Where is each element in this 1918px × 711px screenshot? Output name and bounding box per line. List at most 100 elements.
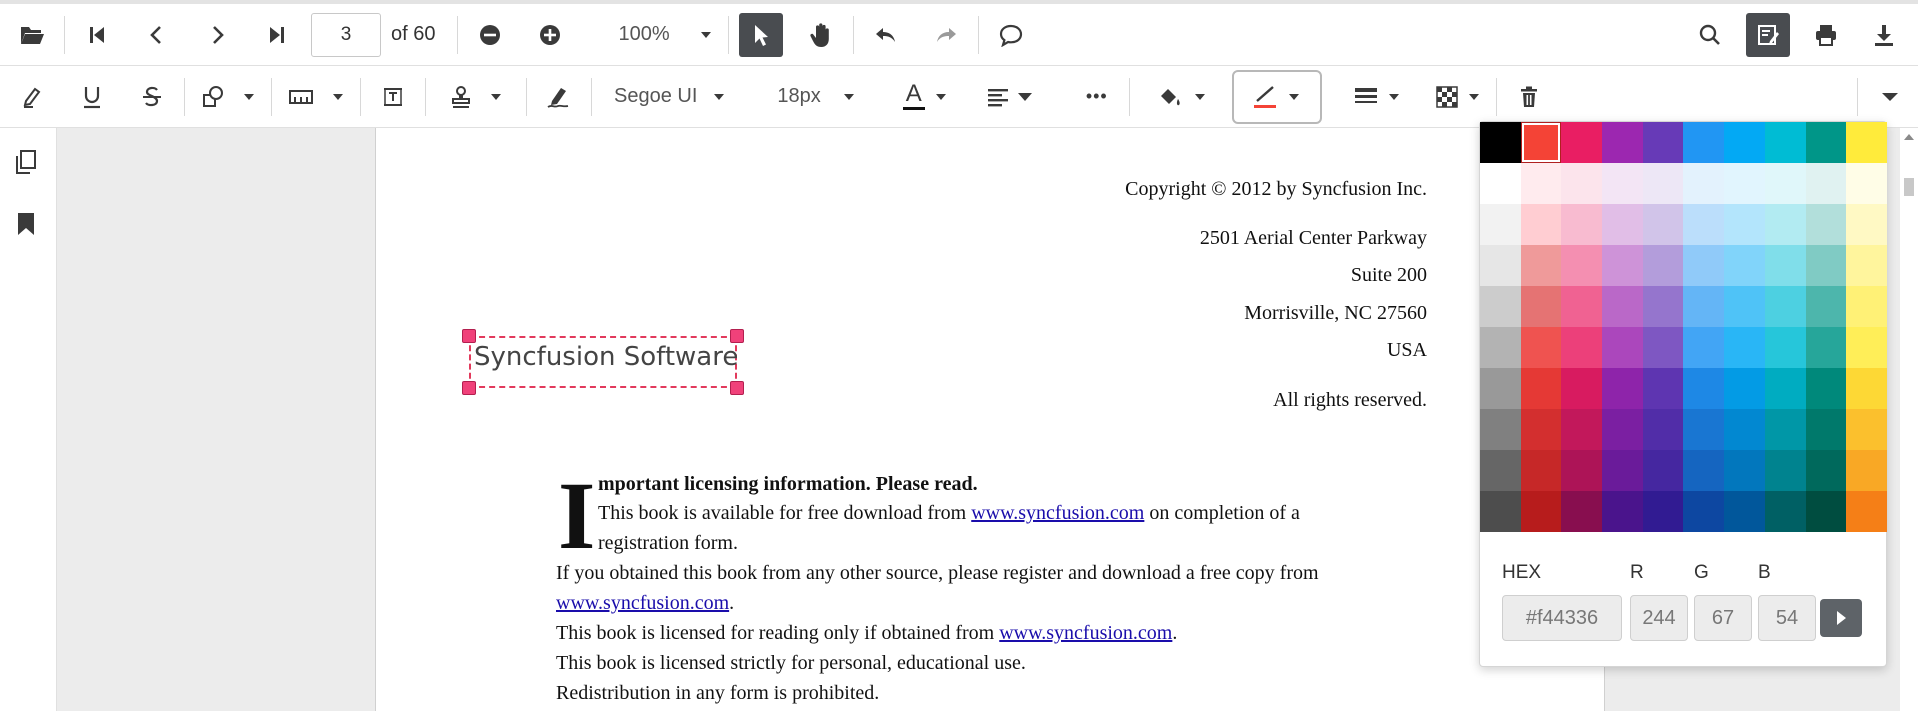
color-swatch[interactable] xyxy=(1805,122,1847,163)
color-swatch[interactable] xyxy=(1764,327,1806,368)
fill-color-dropdown[interactable] xyxy=(1152,75,1212,119)
color-swatch[interactable] xyxy=(1683,286,1725,327)
bookmark-icon[interactable] xyxy=(17,212,35,241)
color-swatch[interactable] xyxy=(1683,450,1725,491)
opacity-dropdown[interactable] xyxy=(1430,75,1486,119)
color-swatch[interactable] xyxy=(1805,491,1847,532)
color-swatch[interactable] xyxy=(1561,491,1603,532)
page-number-input[interactable] xyxy=(311,12,381,57)
color-swatch[interactable] xyxy=(1480,450,1521,491)
color-swatch[interactable] xyxy=(1805,450,1847,491)
color-swatch[interactable] xyxy=(1520,450,1562,491)
zoom-in-icon[interactable] xyxy=(528,13,572,57)
color-swatch[interactable] xyxy=(1724,163,1765,204)
color-swatch[interactable] xyxy=(1724,122,1765,163)
color-swatch[interactable] xyxy=(1642,450,1684,491)
free-text-annotation[interactable]: Syncfusion Software xyxy=(469,336,738,388)
color-swatch[interactable] xyxy=(1520,327,1562,368)
color-swatch[interactable] xyxy=(1561,409,1603,450)
color-swatch[interactable] xyxy=(1764,245,1806,286)
font-color-dropdown[interactable]: A xyxy=(897,75,953,119)
color-swatch[interactable] xyxy=(1561,450,1603,491)
color-swatch[interactable] xyxy=(1602,245,1643,286)
color-swatch[interactable] xyxy=(1480,204,1521,245)
color-swatch[interactable] xyxy=(1642,286,1684,327)
font-size-dropdown[interactable]: 18px xyxy=(771,75,860,119)
color-swatch[interactable] xyxy=(1520,368,1562,409)
signature-icon[interactable] xyxy=(537,75,581,119)
color-swatch[interactable] xyxy=(1480,286,1521,327)
hex-input[interactable]: #f44336 xyxy=(1502,595,1622,641)
comment-icon[interactable] xyxy=(989,13,1033,57)
color-swatch[interactable] xyxy=(1602,163,1643,204)
color-swatch[interactable] xyxy=(1805,368,1847,409)
color-swatch[interactable] xyxy=(1480,327,1521,368)
color-swatch[interactable] xyxy=(1520,409,1562,450)
stroke-color-dropdown[interactable] xyxy=(1231,69,1322,124)
color-swatch[interactable] xyxy=(1561,204,1603,245)
color-swatch[interactable] xyxy=(1642,409,1684,450)
color-swatch[interactable] xyxy=(1520,163,1562,204)
search-icon[interactable] xyxy=(1688,13,1732,57)
color-swatch[interactable] xyxy=(1642,163,1684,204)
color-swatch[interactable] xyxy=(1724,286,1765,327)
apply-color-button[interactable] xyxy=(1820,599,1862,637)
collapse-icon[interactable] xyxy=(1868,75,1912,119)
color-swatch[interactable] xyxy=(1642,245,1684,286)
color-swatch[interactable] xyxy=(1602,204,1643,245)
resize-handle-top-right[interactable] xyxy=(730,329,744,343)
color-swatch[interactable] xyxy=(1724,368,1765,409)
delete-icon[interactable] xyxy=(1507,75,1551,119)
undo-icon[interactable] xyxy=(864,13,908,57)
next-page-icon[interactable] xyxy=(195,13,239,57)
color-swatch[interactable] xyxy=(1805,286,1847,327)
pan-hand-icon[interactable] xyxy=(799,13,843,57)
print-icon[interactable] xyxy=(1804,13,1848,57)
color-swatch[interactable] xyxy=(1764,368,1806,409)
color-swatch[interactable] xyxy=(1683,245,1725,286)
color-swatch[interactable] xyxy=(1846,245,1887,286)
color-swatch[interactable] xyxy=(1602,491,1643,532)
measure-dropdown[interactable] xyxy=(282,75,350,119)
color-swatch[interactable] xyxy=(1764,409,1806,450)
color-swatch[interactable] xyxy=(1561,245,1603,286)
color-swatch[interactable] xyxy=(1764,450,1806,491)
color-swatch[interactable] xyxy=(1683,409,1725,450)
redo-icon[interactable] xyxy=(924,13,968,57)
color-swatch[interactable] xyxy=(1805,327,1847,368)
color-swatch[interactable] xyxy=(1683,122,1725,163)
b-input[interactable]: 54 xyxy=(1758,595,1816,641)
resize-handle-bottom-right[interactable] xyxy=(730,381,744,395)
resize-handle-top-left[interactable] xyxy=(462,329,476,343)
first-page-icon[interactable] xyxy=(75,13,119,57)
color-swatch[interactable] xyxy=(1602,409,1643,450)
vertical-scrollbar[interactable] xyxy=(1900,128,1918,711)
color-swatch[interactable] xyxy=(1602,368,1643,409)
syncfusion-link[interactable]: www.syncfusion.com xyxy=(971,502,1144,524)
color-swatch[interactable] xyxy=(1724,327,1765,368)
color-swatch[interactable] xyxy=(1520,245,1562,286)
color-swatch[interactable] xyxy=(1805,204,1847,245)
color-swatch[interactable] xyxy=(1520,122,1562,163)
g-input[interactable]: 67 xyxy=(1694,595,1752,641)
color-swatch[interactable] xyxy=(1764,286,1806,327)
color-swatch[interactable] xyxy=(1480,245,1521,286)
color-swatch[interactable] xyxy=(1683,491,1725,532)
color-swatch[interactable] xyxy=(1846,163,1887,204)
color-swatch[interactable] xyxy=(1642,491,1684,532)
underline-icon[interactable] xyxy=(70,75,114,119)
color-swatch[interactable] xyxy=(1602,122,1643,163)
shapes-dropdown[interactable] xyxy=(195,75,261,119)
color-swatch[interactable] xyxy=(1480,491,1521,532)
color-swatch[interactable] xyxy=(1480,122,1521,163)
color-swatch[interactable] xyxy=(1724,245,1765,286)
color-swatch[interactable] xyxy=(1764,122,1806,163)
color-swatch[interactable] xyxy=(1561,163,1603,204)
color-swatch[interactable] xyxy=(1683,204,1725,245)
color-swatch[interactable] xyxy=(1805,409,1847,450)
scrollbar-thumb[interactable] xyxy=(1904,178,1914,196)
color-swatch[interactable] xyxy=(1846,122,1887,163)
resize-handle-bottom-left[interactable] xyxy=(462,381,476,395)
text-align-dropdown[interactable] xyxy=(981,75,1039,119)
color-swatch[interactable] xyxy=(1561,122,1603,163)
